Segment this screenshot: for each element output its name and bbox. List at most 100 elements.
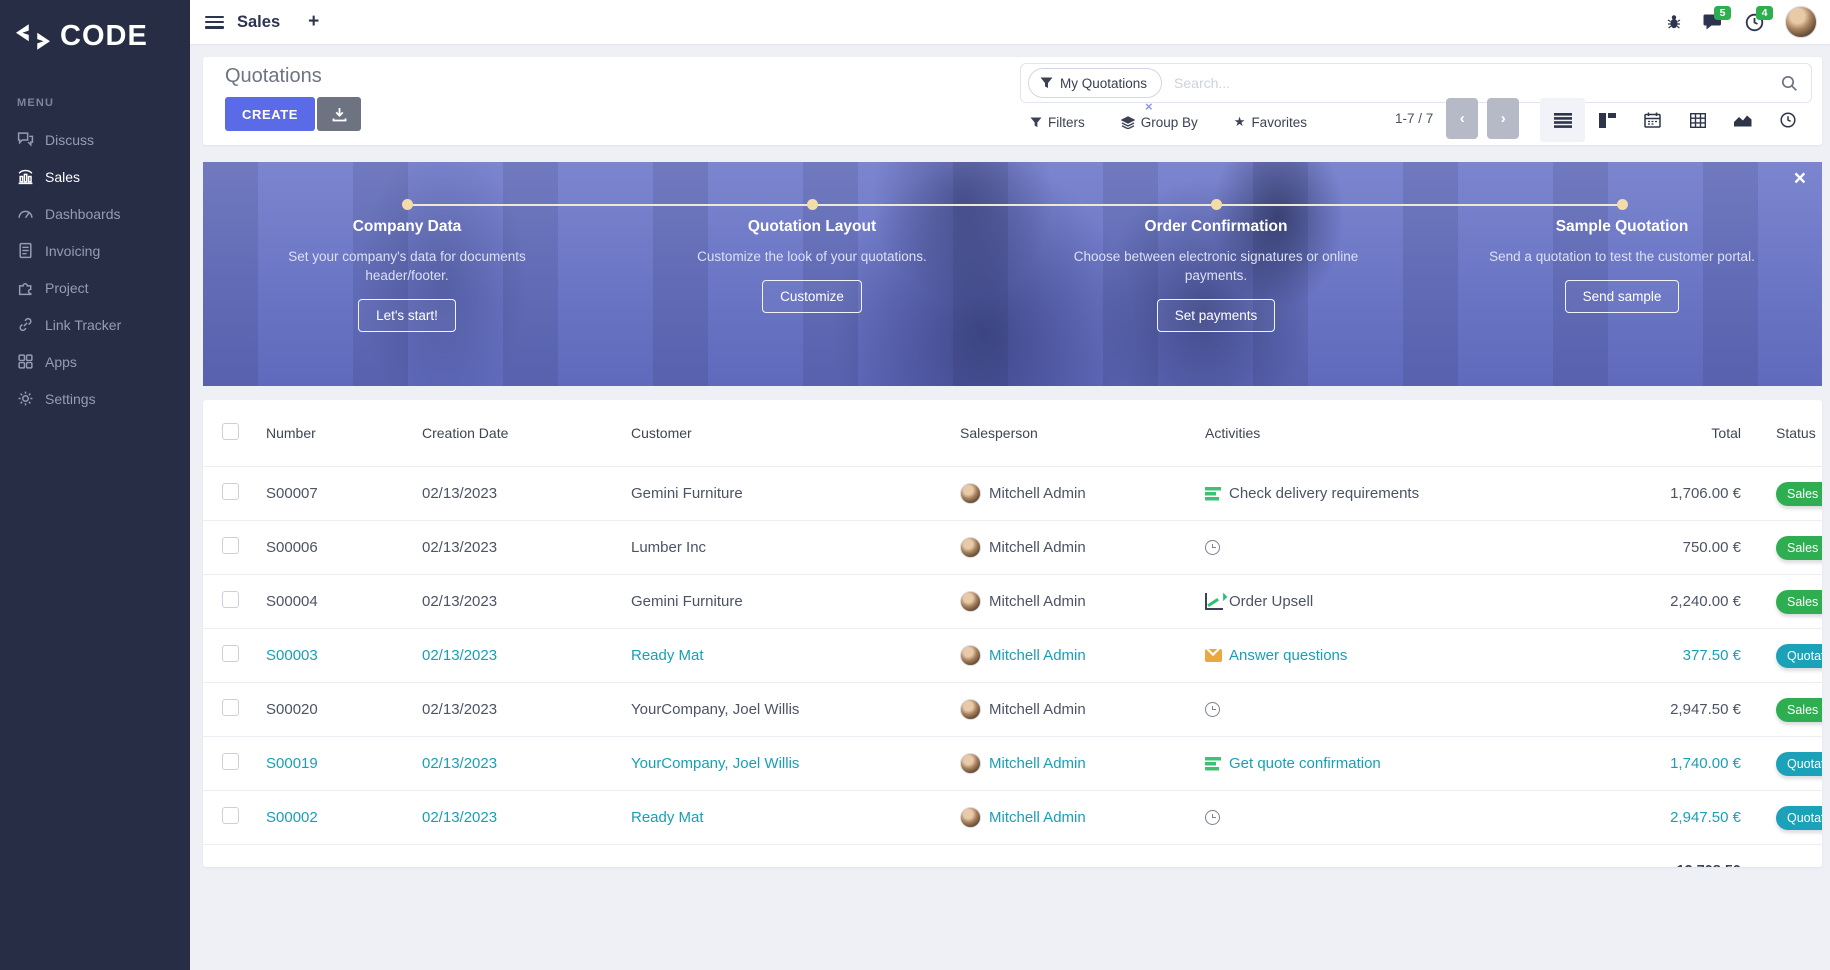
search-facet[interactable]: My Quotations: [1028, 68, 1163, 98]
sidebar-item-link-tracker[interactable]: Link Tracker: [0, 306, 190, 343]
column-header-customer[interactable]: Customer: [630, 400, 959, 467]
select-all-checkbox[interactable]: [222, 423, 239, 440]
sidebar-item-label: Link Tracker: [45, 316, 122, 333]
app-logo[interactable]: CODE: [0, 0, 190, 53]
row-checkbox[interactable]: [222, 483, 239, 500]
cell-number[interactable]: S00019: [265, 736, 421, 791]
cell-number[interactable]: S00003: [265, 628, 421, 683]
sidebar-item-project[interactable]: Project: [0, 269, 190, 306]
column-header-creation-date[interactable]: Creation Date: [421, 400, 630, 467]
sidebar-item-settings[interactable]: Settings: [0, 380, 190, 417]
activity-icon[interactable]: [1205, 540, 1223, 556]
activity-icon[interactable]: [1205, 702, 1223, 718]
activity-label[interactable]: Get quote confirmation: [1229, 755, 1381, 772]
activities-button[interactable]: 4: [1745, 5, 1773, 32]
row-checkbox[interactable]: [222, 591, 239, 608]
table-row[interactable]: S00003 02/13/2023 Ready Mat Mitchell Adm…: [203, 628, 1822, 683]
table-row[interactable]: S00002 02/13/2023 Ready Mat Mitchell Adm…: [203, 790, 1822, 845]
sidebar-item-invoicing[interactable]: Invoicing: [0, 232, 190, 269]
search-bar[interactable]: My Quotations: [1020, 63, 1812, 103]
column-header-status[interactable]: Status: [1742, 400, 1822, 467]
group-by-button[interactable]: Group By: [1120, 115, 1198, 130]
row-checkbox[interactable]: [222, 699, 239, 716]
row-checkbox[interactable]: [222, 537, 239, 554]
debug-button[interactable]: [1666, 14, 1682, 30]
send-sample-button[interactable]: Send sample: [1564, 280, 1680, 313]
pager-next-button[interactable]: ›: [1487, 98, 1520, 139]
kanban-view-icon: [1599, 112, 1616, 128]
cell-creation-date: 02/13/2023: [421, 466, 630, 521]
export-button[interactable]: [317, 97, 361, 131]
activity-icon[interactable]: [1205, 756, 1223, 772]
column-header-total[interactable]: Total: [1516, 400, 1742, 467]
cell-number[interactable]: S00007: [265, 466, 421, 521]
step-dot: [1211, 199, 1222, 210]
customize-button[interactable]: Customize: [762, 280, 862, 313]
sidebar-item-label: Sales: [45, 168, 81, 185]
row-checkbox[interactable]: [222, 753, 239, 770]
cell-customer: YourCompany, Joel Willis: [630, 682, 959, 737]
activity-label[interactable]: Check delivery requirements: [1229, 485, 1419, 502]
cell-customer: Ready Mat: [630, 790, 959, 845]
close-icon[interactable]: ×: [1794, 168, 1806, 189]
calendar-view-button[interactable]: [1630, 98, 1675, 142]
row-checkbox[interactable]: [222, 645, 239, 662]
activity-icon[interactable]: [1205, 486, 1223, 502]
column-header-salesperson[interactable]: Salesperson: [959, 400, 1204, 467]
search-icon[interactable]: [1781, 75, 1798, 92]
cell-salesperson: Mitchell Admin: [989, 539, 1086, 556]
status-badge: Sales Order: [1776, 589, 1822, 614]
pivot-view-button[interactable]: [1675, 98, 1720, 142]
cell-salesperson: Mitchell Admin: [989, 593, 1086, 610]
activity-view-button[interactable]: [1765, 98, 1810, 142]
table-row[interactable]: S00004 02/13/2023 Gemini Furniture Mitch…: [203, 574, 1822, 629]
activity-icon[interactable]: [1205, 810, 1223, 826]
messages-button[interactable]: 5: [1703, 6, 1731, 31]
sidebar-item-discuss[interactable]: Discuss: [0, 121, 190, 158]
favorites-button[interactable]: ★ Favorites: [1234, 114, 1307, 130]
kanban-view-button[interactable]: [1585, 98, 1630, 142]
cell-number[interactable]: S00002: [265, 790, 421, 845]
cell-number[interactable]: S00004: [265, 574, 421, 629]
lets-start-button[interactable]: Let's start!: [358, 299, 456, 332]
search-input[interactable]: [1172, 74, 1781, 92]
activity-label[interactable]: Answer questions: [1229, 647, 1347, 664]
table-row[interactable]: S00020 02/13/2023 YourCompany, Joel Will…: [203, 682, 1822, 737]
hamburger-menu-icon[interactable]: [205, 15, 224, 29]
topbar-app-tab[interactable]: Sales: [237, 13, 280, 32]
set-payments-button[interactable]: Set payments: [1156, 299, 1276, 332]
new-tab-button[interactable]: +: [308, 11, 319, 33]
activities-count-badge: 4: [1756, 5, 1773, 20]
onboarding-step-quotation-layout: Quotation Layout Customize the look of y…: [652, 218, 972, 313]
create-button[interactable]: CREATE: [225, 97, 316, 131]
table-footer-row: 12,708.50: [203, 844, 1822, 867]
column-header-number[interactable]: Number: [265, 400, 421, 467]
cell-creation-date: 02/13/2023: [421, 520, 630, 575]
user-avatar[interactable]: [1785, 6, 1817, 38]
filters-button[interactable]: Filters: [1030, 115, 1085, 130]
favorites-label: Favorites: [1251, 114, 1307, 130]
logo-text: CODE: [60, 20, 148, 52]
activity-icon[interactable]: [1205, 648, 1223, 664]
salesperson-avatar: [960, 483, 981, 504]
row-checkbox[interactable]: [222, 807, 239, 824]
list-view-button[interactable]: [1540, 98, 1585, 142]
cell-number[interactable]: S00020: [265, 682, 421, 737]
clock-icon: [1205, 702, 1220, 717]
pager-prev-button[interactable]: ‹: [1446, 98, 1479, 139]
cell-number[interactable]: S00006: [265, 520, 421, 575]
sidebar-item-sales[interactable]: Sales: [0, 158, 190, 195]
activity-label[interactable]: Order Upsell: [1229, 593, 1313, 610]
sales-icon: [17, 168, 34, 185]
sidebar-item-dashboards[interactable]: Dashboards: [0, 195, 190, 232]
sidebar-item-apps[interactable]: Apps: [0, 343, 190, 380]
discuss-icon: [17, 131, 34, 148]
cell-salesperson: Mitchell Admin: [989, 701, 1086, 718]
graph-view-button[interactable]: [1720, 98, 1765, 142]
column-header-activities[interactable]: Activities: [1204, 400, 1516, 467]
table-row[interactable]: S00007 02/13/2023 Gemini Furniture Mitch…: [203, 466, 1822, 521]
activity-icon[interactable]: [1205, 593, 1223, 610]
table-row[interactable]: S00006 02/13/2023 Lumber Inc Mitchell Ad…: [203, 520, 1822, 575]
table-row[interactable]: S00019 02/13/2023 YourCompany, Joel Will…: [203, 736, 1822, 791]
sidebar-item-label: Settings: [45, 390, 96, 407]
